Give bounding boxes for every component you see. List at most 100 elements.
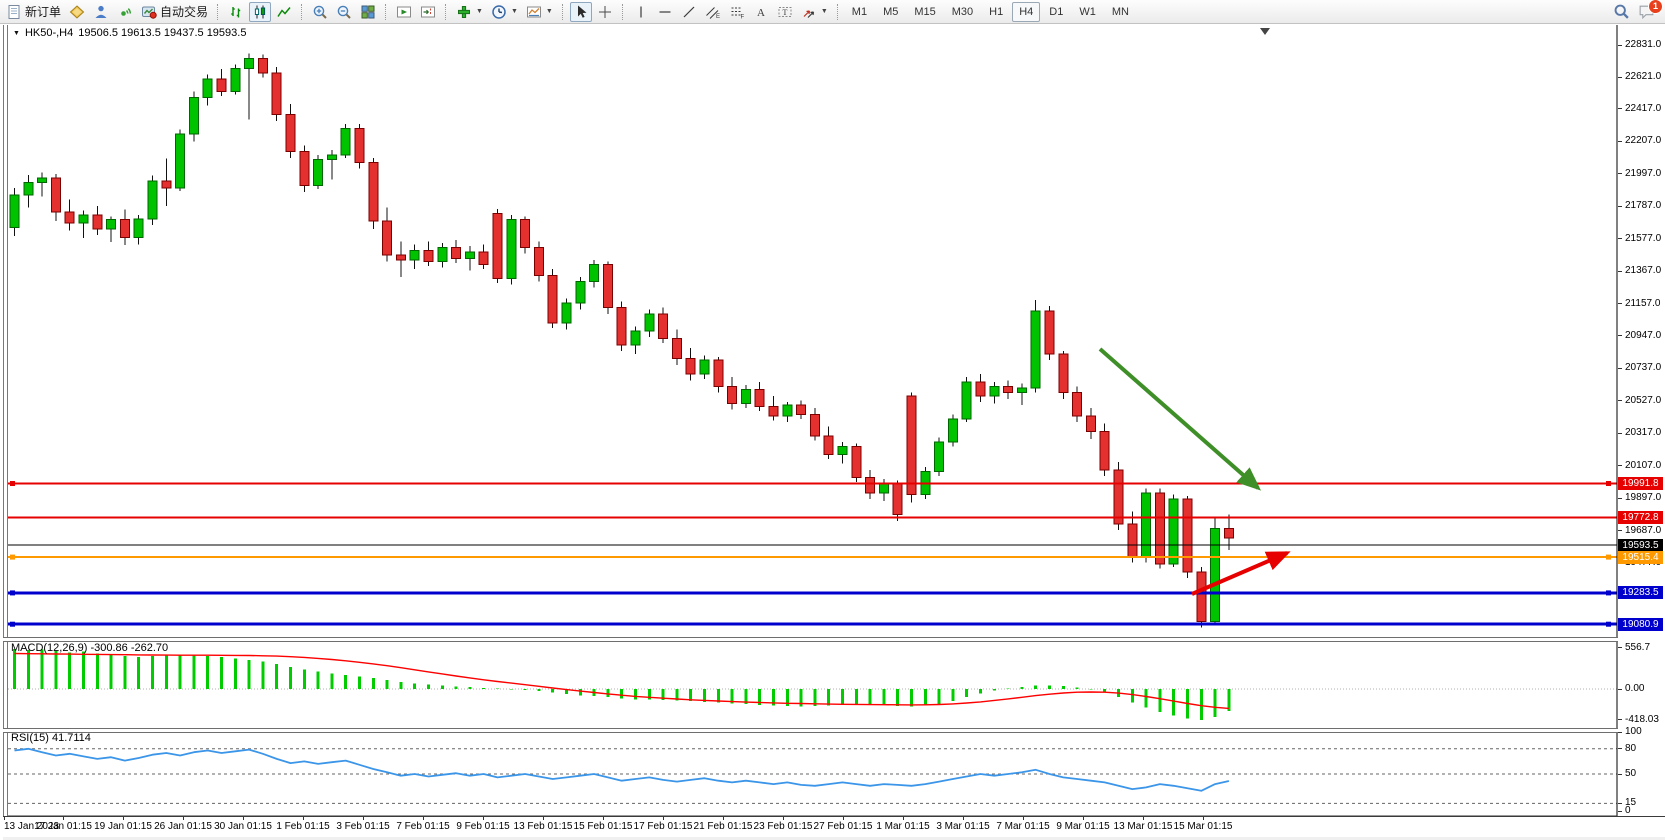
candle-down (1100, 431, 1109, 470)
timeframe-d1[interactable]: D1 (1042, 2, 1070, 22)
timeframe-h4[interactable]: H4 (1012, 2, 1040, 22)
trendline-icon (681, 4, 697, 20)
candle-down (1086, 416, 1095, 431)
timeframe-m30[interactable]: M30 (945, 2, 980, 22)
toolbar-separator (301, 4, 303, 20)
periods-button[interactable]: ▼ (488, 2, 521, 22)
signal-icon (117, 4, 133, 20)
timeframe-h1[interactable]: H1 (982, 2, 1010, 22)
candle-up (1211, 529, 1220, 622)
time-axis-tick (363, 817, 364, 820)
candle-down (824, 436, 833, 455)
time-axis-tick (1023, 817, 1024, 820)
timeframe-m1[interactable]: M1 (845, 2, 874, 22)
price-axis-tick (1618, 335, 1622, 336)
price-axis-tick (1618, 498, 1622, 499)
candle-up (783, 405, 792, 416)
candle-up (576, 281, 585, 303)
candle-down (217, 79, 226, 91)
candle-down (300, 152, 309, 186)
time-axis[interactable]: 13 Jan 202317 Jan 01:1519 Jan 01:1526 Ja… (0, 817, 1665, 837)
crosshair-button[interactable] (594, 2, 616, 22)
auto-scroll-button[interactable] (393, 2, 415, 22)
timeframe-m15[interactable]: M15 (907, 2, 942, 22)
indicators-button[interactable]: ▼ (453, 2, 486, 22)
candle-up (741, 390, 750, 404)
candle-down (672, 339, 681, 359)
price-line-label: 19772.8 (1618, 511, 1663, 524)
notifications-button[interactable]: 1 (1635, 2, 1658, 22)
chart-shift-marker-icon[interactable] (1260, 28, 1270, 35)
price-axis[interactable]: 22831.022621.022417.022207.021997.021787… (1618, 25, 1665, 816)
candle-up (1017, 388, 1026, 393)
macd-axis-tick (1618, 719, 1622, 720)
collapse-panel-icon[interactable]: ▼ (13, 30, 20, 37)
metaeditor-button[interactable] (66, 2, 88, 22)
candle-up (438, 247, 447, 261)
rsi-axis-label: 0 (1625, 805, 1631, 816)
macd-axis-label: 556.7 (1625, 642, 1650, 653)
bar-chart-button[interactable] (225, 2, 247, 22)
arrows-tool-button[interactable]: ▼ (798, 2, 831, 22)
candle-up (562, 303, 571, 323)
candle-up (631, 331, 640, 345)
new-order-icon (6, 4, 22, 20)
channel-tool-button[interactable]: E (702, 2, 724, 22)
macd-rsi-separator[interactable] (3, 728, 1665, 733)
price-line-marker[interactable] (10, 481, 15, 486)
candlestick-chart-button[interactable] (249, 2, 271, 22)
search-button[interactable] (1610, 2, 1633, 22)
auto-trading-button[interactable]: 自动交易 (138, 2, 211, 22)
auto-scroll-icon (396, 4, 412, 20)
price-axis-tick (1618, 530, 1622, 531)
chart-shift-icon (420, 4, 436, 20)
timeframe-m5[interactable]: M5 (876, 2, 905, 22)
line-chart-button[interactable] (273, 2, 295, 22)
timeframe-mn[interactable]: MN (1105, 2, 1136, 22)
main-macd-separator[interactable] (3, 637, 1665, 642)
chart-shift-button[interactable] (417, 2, 439, 22)
community-button[interactable] (90, 2, 112, 22)
zoom-out-button[interactable] (333, 2, 355, 22)
price-line-marker[interactable] (1606, 590, 1611, 595)
candle-down (272, 73, 281, 115)
new-order-button[interactable]: 新订单 (3, 2, 64, 22)
price-line-marker[interactable] (10, 622, 15, 627)
signal-button[interactable] (114, 2, 136, 22)
svg-text:T: T (782, 8, 787, 17)
price-line-marker[interactable] (10, 590, 15, 595)
price-axis-label: 22621.0 (1625, 71, 1661, 82)
candle-down (686, 359, 695, 374)
candle-up (24, 183, 33, 195)
vertical-line-tool-button[interactable] (630, 2, 652, 22)
tile-windows-button[interactable] (357, 2, 379, 22)
templates-button[interactable]: ▼ (523, 2, 556, 22)
rsi-axis-tick (1618, 774, 1622, 775)
chart-canvas[interactable] (8, 25, 1618, 837)
price-line-marker[interactable] (1606, 481, 1611, 486)
candle-down (1155, 493, 1164, 564)
price-line-marker[interactable] (1606, 622, 1611, 627)
time-axis-tick (183, 817, 184, 820)
candle-up (1031, 311, 1040, 388)
price-line-marker[interactable] (10, 555, 15, 560)
chevron-down-icon: ▼ (476, 8, 483, 15)
time-axis-tick (63, 817, 64, 820)
time-axis-tick (543, 817, 544, 820)
price-line-marker[interactable] (1606, 555, 1611, 560)
fibonacci-tool-button[interactable]: F (726, 2, 748, 22)
timeframe-w1[interactable]: W1 (1072, 2, 1103, 22)
arrows-icon (801, 4, 817, 20)
candle-down (120, 220, 129, 238)
candle-up (838, 447, 847, 455)
candle-down (93, 215, 102, 229)
cursor-button[interactable] (570, 2, 592, 22)
annotation-arrow[interactable] (1100, 349, 1258, 488)
text-tool-button[interactable]: A (750, 2, 772, 22)
price-axis-label: 22831.0 (1625, 39, 1661, 50)
trendline-tool-button[interactable] (678, 2, 700, 22)
candle-down (493, 214, 502, 279)
zoom-in-button[interactable] (309, 2, 331, 22)
horizontal-line-tool-button[interactable] (654, 2, 676, 22)
text-label-tool-button[interactable]: T (774, 2, 796, 22)
